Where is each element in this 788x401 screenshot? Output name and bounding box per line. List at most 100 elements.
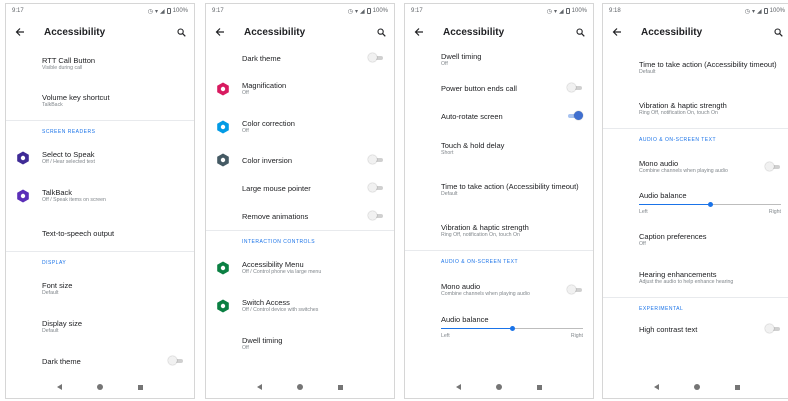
- setting-item-vibration-haptic-strength[interactable]: Vibration & haptic strength Ring Off, not…: [405, 212, 593, 250]
- back-arrow-icon[interactable]: [212, 24, 228, 40]
- setting-title: Dwell timing: [242, 336, 283, 345]
- toggle-switch[interactable]: [567, 285, 583, 295]
- setting-title: Auto-rotate screen: [441, 111, 503, 121]
- nav-recents-icon[interactable]: [536, 384, 542, 390]
- setting-item-volume-key-shortcut[interactable]: Volume key shortcut TalkBack: [6, 82, 194, 120]
- settings-list: Dwell timing Off Power button ends call Aut…: [405, 46, 593, 376]
- setting-title: High contrast text: [639, 324, 698, 334]
- status-time: 9:17: [411, 8, 423, 14]
- setting-item-time-to-take-action-accessibility-timeout[interactable]: Time to take action (Accessibility timeo…: [405, 168, 593, 212]
- wifi-icon: ▾: [155, 8, 159, 15]
- toggle-switch[interactable]: [567, 111, 583, 121]
- setting-item-switch-access[interactable]: Switch Access Off / Control device with s…: [206, 287, 394, 325]
- balance-slider-track[interactable]: [639, 201, 781, 209]
- page-title: Accessibility: [641, 26, 703, 38]
- toggle-switch[interactable]: [368, 183, 384, 193]
- setting-item-talkback[interactable]: TalkBack Off / Speak items on screen: [6, 177, 194, 215]
- setting-item-accessibility-menu[interactable]: Accessibility Menu Off / Control phone vi…: [206, 249, 394, 287]
- section-header-interaction-controls: INTERACTION CONTROLS: [242, 239, 316, 245]
- setting-item-remove-animations[interactable]: Remove animations: [206, 202, 394, 230]
- toggle-switch[interactable]: [765, 162, 781, 172]
- nav-home-icon[interactable]: [96, 384, 103, 390]
- setting-item-dark-theme[interactable]: Dark theme: [6, 346, 194, 376]
- back-arrow-icon[interactable]: [609, 24, 625, 40]
- toggle-switch[interactable]: [368, 211, 384, 221]
- back-arrow-icon[interactable]: [12, 24, 28, 40]
- section-header-screen-readers: SCREEN READERS: [42, 129, 96, 135]
- setting-title: Vibration & haptic strength: [441, 223, 529, 232]
- setting-item-touch-hold-delay[interactable]: Touch & hold delay Short: [405, 130, 593, 168]
- setting-item-dark-theme[interactable]: Dark theme: [206, 46, 394, 70]
- setting-title: Volume key shortcut: [42, 93, 110, 102]
- settings-list: RTT Call Button Visible during call Volume…: [6, 46, 194, 376]
- toggle-switch[interactable]: [368, 53, 384, 63]
- setting-item-dwell-timing[interactable]: Dwell timing Off: [405, 46, 593, 74]
- setting-title: Large mouse pointer: [242, 183, 311, 193]
- setting-summary: Off: [639, 241, 646, 247]
- nav-back-icon[interactable]: [257, 384, 263, 390]
- toggle-switch[interactable]: [368, 155, 384, 165]
- setting-item-high-contrast-text[interactable]: High contrast text: [603, 316, 788, 342]
- nav-back-icon[interactable]: [654, 384, 660, 390]
- setting-item-mono-audio[interactable]: Mono audio Combine channels when playing …: [405, 269, 593, 311]
- search-icon[interactable]: [771, 25, 785, 39]
- phone-screen-3: 9:17 ◷ ▾ ◢ 100% Accessibility Dwell timi…: [404, 3, 594, 399]
- setting-item-select-to-speak[interactable]: Select to Speak Off / Hear selected text: [6, 139, 194, 177]
- page-title: Accessibility: [44, 26, 106, 38]
- setting-item-text-to-speech-output[interactable]: Text-to-speech output: [6, 215, 194, 251]
- slider-thumb[interactable]: [708, 202, 713, 207]
- toggle-thumb: [368, 183, 377, 192]
- setting-summary: Default: [42, 290, 59, 296]
- setting-item-dwell-timing[interactable]: Dwell timing Off: [206, 325, 394, 363]
- nav-back-icon[interactable]: [456, 384, 462, 390]
- balance-slider-track[interactable]: [441, 325, 583, 333]
- setting-title: Mono audio: [441, 282, 481, 291]
- toggle-switch[interactable]: [765, 324, 781, 334]
- setting-summary: Off: [242, 90, 249, 96]
- search-icon[interactable]: [174, 25, 188, 39]
- slider-thumb[interactable]: [510, 326, 515, 331]
- setting-item-auto-rotate-screen[interactable]: Auto-rotate screen: [405, 102, 593, 130]
- setting-item-hearing-enhancements[interactable]: Hearing enhancements Adjust the audio to …: [603, 259, 788, 297]
- nav-recents-icon[interactable]: [337, 384, 343, 390]
- setting-item-rtt-call-button[interactable]: RTT Call Button Visible during call: [6, 46, 194, 82]
- nav-home-icon[interactable]: [495, 384, 502, 390]
- setting-item-large-mouse-pointer[interactable]: Large mouse pointer: [206, 174, 394, 202]
- back-arrow-icon[interactable]: [411, 24, 427, 40]
- setting-item-caption-preferences[interactable]: Caption preferences Off: [603, 221, 788, 259]
- nav-recents-icon[interactable]: [734, 384, 740, 390]
- search-icon[interactable]: [573, 25, 587, 39]
- slider-right-label: Right: [570, 333, 583, 339]
- section-header-display: DISPLAY: [42, 260, 67, 266]
- wifi-icon: ▾: [355, 8, 359, 15]
- page-title: Accessibility: [443, 26, 505, 38]
- setting-item-magnification[interactable]: Magnification Off: [206, 70, 394, 108]
- nav-back-icon[interactable]: [57, 384, 63, 390]
- toggle-switch[interactable]: [168, 356, 184, 366]
- setting-item-power-button-ends-call[interactable]: Power button ends call: [405, 74, 593, 102]
- slider-fill: [441, 328, 512, 329]
- toggle-thumb: [567, 285, 576, 294]
- setting-title: Accessibility Menu: [242, 260, 304, 269]
- nav-home-icon[interactable]: [693, 384, 700, 390]
- setting-item-time-to-take-action-accessibility-timeout[interactable]: Time to take action (Accessibility timeo…: [603, 46, 788, 90]
- toggle-switch[interactable]: [567, 83, 583, 93]
- setting-title: Magnification: [242, 81, 287, 90]
- setting-item-mono-audio[interactable]: Mono audio Combine channels when playing …: [603, 147, 788, 187]
- setting-item-display-size[interactable]: Display size Default: [6, 308, 194, 346]
- search-icon[interactable]: [374, 25, 388, 39]
- setting-item-color-correction[interactable]: Color correction Off: [206, 108, 394, 146]
- alarm-icon: ◷: [147, 8, 153, 15]
- setting-summary: Default: [441, 191, 458, 197]
- setting-item-vibration-haptic-strength[interactable]: Vibration & haptic strength Ring Off, not…: [603, 90, 788, 128]
- setting-item-font-size[interactable]: Font size Default: [6, 270, 194, 308]
- toggle-thumb: [368, 211, 377, 220]
- setting-summary: Short: [441, 150, 454, 156]
- app-bar: Accessibility: [603, 18, 788, 46]
- setting-item-color-inversion[interactable]: Color inversion: [206, 146, 394, 174]
- section-header-audio-on-screen-text: AUDIO & ON-SCREEN TEXT: [441, 259, 519, 265]
- nav-recents-icon[interactable]: [137, 384, 143, 390]
- setting-summary: Off / Control phone via large menu: [242, 269, 322, 275]
- setting-summary: TalkBack: [42, 102, 63, 108]
- nav-home-icon[interactable]: [296, 384, 303, 390]
